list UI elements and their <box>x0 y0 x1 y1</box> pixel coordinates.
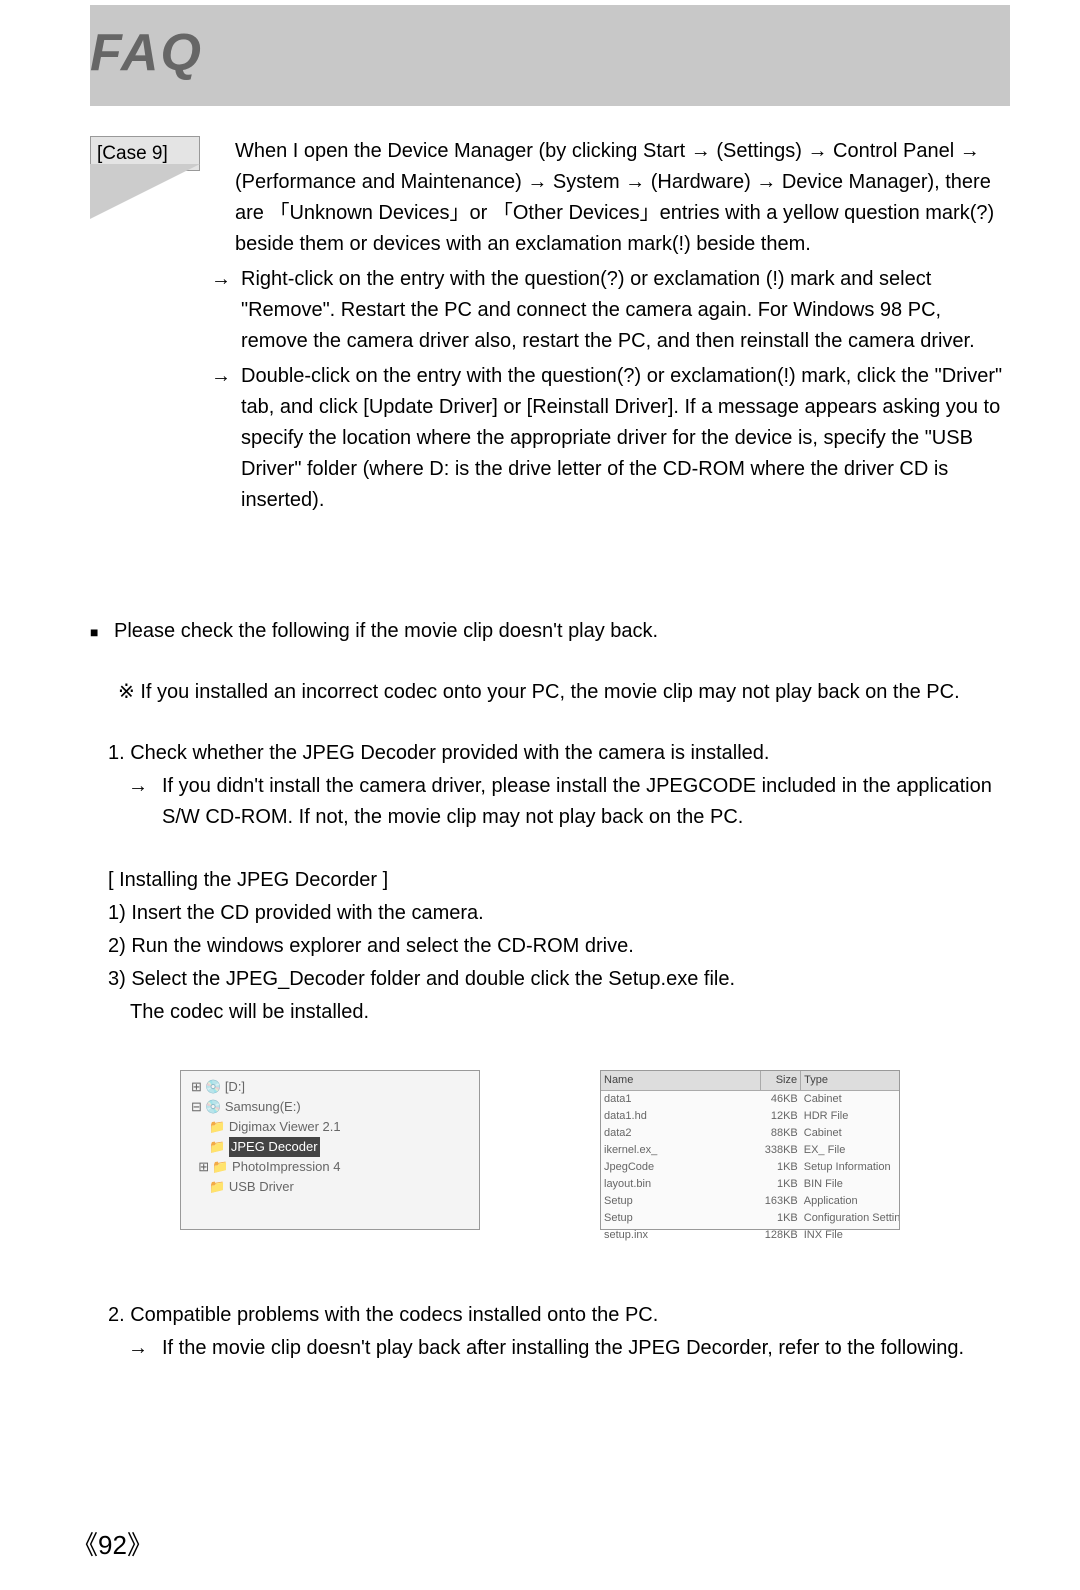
case-bullet-1-text: Right-click on the entry with the questi… <box>241 264 1010 357</box>
explorer-list-figure: Name Size Type data146KBCabinet data1.hd… <box>600 1070 900 1230</box>
step2-text: 2. Compatible problems with the codecs i… <box>108 1300 1010 1331</box>
tree-item: PhotoImpression 4 <box>232 1159 340 1174</box>
tree-root: [D:] <box>225 1079 245 1094</box>
install-s2: 2) Run the windows explorer and select t… <box>108 931 1010 962</box>
reference-mark-icon: ※ <box>118 681 135 703</box>
tree-item-selected: JPEG Decoder <box>229 1137 320 1157</box>
movie-lead-row: ■ Please check the following if the movi… <box>90 616 1010 647</box>
arrow-icon: → <box>128 1333 156 1364</box>
case-row: [Case 9] When I open the Device Manager … <box>90 136 1010 516</box>
list-row: Setup1KBConfiguration Settings <box>601 1210 899 1227</box>
movie-section: ■ Please check the following if the movi… <box>90 616 1010 1364</box>
install-s3: 3) Select the JPEG_Decoder folder and do… <box>108 964 1010 995</box>
page-number-value: 92 <box>98 1530 127 1560</box>
col-size: Size <box>761 1071 801 1090</box>
movie-note: If you installed an incorrect codec onto… <box>140 681 959 703</box>
step1: 1. Check whether the JPEG Decoder provid… <box>108 738 1010 833</box>
case-bullet-2-text: Double-click on the entry with the quest… <box>241 361 1010 516</box>
tree-item: Digimax Viewer 2.1 <box>229 1119 341 1134</box>
page-number: 《92》 <box>72 1525 153 1566</box>
step2-arrow-text: If the movie clip doesn't play back afte… <box>162 1333 964 1364</box>
step1-arrow-text: If you didn't install the camera driver,… <box>162 771 1010 833</box>
case-bullet-2: → Double-click on the entry with the que… <box>207 361 1010 516</box>
list-row: data146KBCabinet <box>601 1091 899 1108</box>
tree-drive: Samsung(E:) <box>225 1099 301 1114</box>
case-intro: When I open the Device Manager (by click… <box>235 136 1010 260</box>
case-body: When I open the Device Manager (by click… <box>235 136 1010 516</box>
page-title: FAQ <box>90 13 1010 94</box>
step2-arrow-row: → If the movie clip doesn't play back af… <box>128 1333 1010 1364</box>
header-bar: FAQ <box>90 5 1010 106</box>
list-row: ikernel.ex_338KBEX_ File <box>601 1142 899 1159</box>
step2: 2. Compatible problems with the codecs i… <box>108 1300 1010 1364</box>
figures-row: ⊞💿 [D:] ⊟💿 Samsung(E:) 📁 Digimax Viewer … <box>180 1070 1010 1230</box>
install-s1: 1) Insert the CD provided with the camer… <box>108 898 1010 929</box>
install-s3b: The codec will be installed. <box>130 997 1010 1028</box>
movie-lead: Please check the following if the movie … <box>114 616 658 647</box>
list-row: Setup163KBApplication <box>601 1193 899 1210</box>
arrow-icon: → <box>207 264 231 357</box>
list-row: data288KBCabinet <box>601 1125 899 1142</box>
step1-text: 1. Check whether the JPEG Decoder provid… <box>108 738 1010 769</box>
arrow-icon: → <box>128 771 156 833</box>
list-row: layout.bin1KBBIN File <box>601 1176 899 1193</box>
square-icon: ■ <box>90 616 104 644</box>
movie-note-row: ※ If you installed an incorrect codec on… <box>118 677 1010 708</box>
case-bullet-1: → Right-click on the entry with the ques… <box>207 264 1010 357</box>
arrow-icon: → <box>207 361 231 516</box>
install-title: [ Installing the JPEG Decorder ] <box>108 865 1010 896</box>
list-row: setup.inx128KBINX File <box>601 1227 899 1244</box>
tree-item: USB Driver <box>229 1179 294 1194</box>
list-header: Name Size Type <box>601 1071 899 1091</box>
case-box: [Case 9] <box>90 136 200 171</box>
list-row: data1.hd12KBHDR File <box>601 1108 899 1125</box>
install-block: [ Installing the JPEG Decorder ] 1) Inse… <box>108 865 1010 1028</box>
list-row: JpegCode1KBSetup Information <box>601 1159 899 1176</box>
case-triangle-icon <box>90 164 200 219</box>
col-type: Type <box>801 1071 899 1090</box>
explorer-tree-figure: ⊞💿 [D:] ⊟💿 Samsung(E:) 📁 Digimax Viewer … <box>180 1070 480 1230</box>
col-name: Name <box>601 1071 761 1090</box>
step1-arrow-row: → If you didn't install the camera drive… <box>128 771 1010 833</box>
